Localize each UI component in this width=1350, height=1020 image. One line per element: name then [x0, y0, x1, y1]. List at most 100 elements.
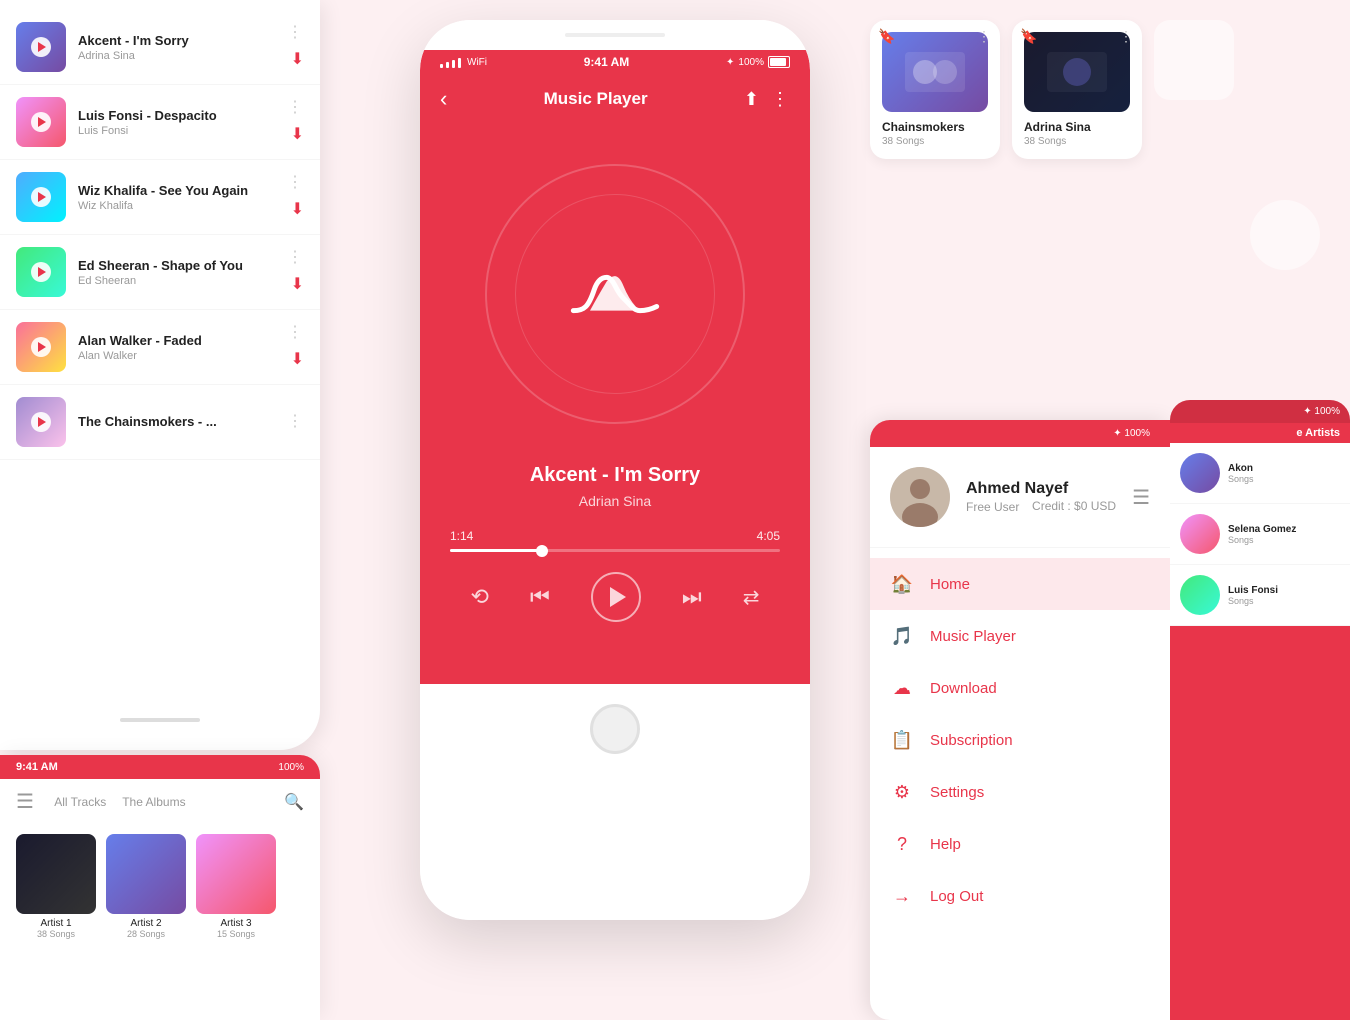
more-options-icon[interactable]: ⋮ [287, 175, 304, 191]
list-item[interactable]: Wiz Khalifa - See You Again Wiz Khalifa … [0, 160, 320, 235]
status-time-center: 9:41 AM [584, 55, 630, 69]
hamburger-menu-icon[interactable]: ☰ [1132, 485, 1150, 510]
song-title: Luis Fonsi - Despacito [78, 108, 275, 123]
download-cloud-icon[interactable]: ⬇ [291, 199, 304, 219]
artist-name: Akon [1228, 463, 1254, 474]
artist-thumb [1180, 453, 1220, 493]
song-thumbnail [16, 322, 66, 372]
player-header: ‹ Music Player ⬆ ⋮ [420, 74, 810, 124]
right-artist-item[interactable]: Selena Gomez Songs [1170, 504, 1350, 565]
more-options-icon[interactable]: ⋮ [287, 325, 304, 341]
user-credit: Credit : $0 USD [1032, 499, 1116, 513]
current-song-title: Akcent - I'm Sorry [530, 464, 700, 487]
more-options-icon[interactable]: ⋮ [287, 250, 304, 266]
download-cloud-icon[interactable]: ⬇ [291, 274, 304, 294]
artist-songs-count: Songs [1228, 535, 1296, 545]
play-button-mini[interactable] [31, 337, 51, 357]
download-cloud-icon[interactable]: ⬇ [291, 349, 304, 369]
signal-bar-3 [452, 60, 455, 68]
bookmark-icon[interactable]: 🔖 [878, 28, 895, 45]
right-battery: ✦ 100% [1303, 406, 1340, 417]
more-options-icon[interactable]: ⋮ [1119, 28, 1134, 45]
song-title: Wiz Khalifa - See You Again [78, 183, 275, 198]
tab-all-tracks[interactable]: All Tracks [54, 795, 106, 809]
menu-item-subscription[interactable]: 📋 Subscription [870, 714, 1170, 766]
play-button-mini[interactable] [31, 112, 51, 132]
download-cloud-icon[interactable]: ⬇ [291, 49, 304, 69]
battery-label: 100% [278, 762, 304, 773]
right-artist-item[interactable]: Luis Fonsi Songs [1170, 565, 1350, 626]
song-title: Ed Sheeran - Shape of You [78, 258, 275, 273]
status-bar: WiFi 9:41 AM ✦ 100% [420, 50, 810, 74]
artist-thumbnail [16, 834, 96, 914]
progress-thumb[interactable] [536, 545, 548, 557]
artist-thumbnail [106, 834, 186, 914]
signal-bar-2 [446, 62, 449, 68]
song-actions: ⋮ ⬇ [287, 100, 304, 144]
song-title: Akcent - I'm Sorry [78, 33, 275, 48]
list-item[interactable]: Alan Walker - Faded Alan Walker ⋮ ⬇ [0, 310, 320, 385]
play-button-mini[interactable] [31, 262, 51, 282]
player-bottom [420, 684, 810, 804]
more-options-icon[interactable]: ⋮ [287, 414, 304, 430]
bookmark-icon[interactable]: 🔖 [1020, 28, 1037, 45]
list-item[interactable]: Luis Fonsi - Despacito Luis Fonsi ⋮ ⬇ [0, 85, 320, 160]
menu-label-download: Download [930, 680, 997, 697]
menu-item-home[interactable]: 🏠 Home [870, 558, 1170, 610]
user-name: Ahmed Nayef [966, 480, 1116, 498]
logout-icon: → [890, 884, 914, 908]
artist-info: Selena Gomez Songs [1228, 524, 1296, 545]
album-card[interactable]: 🔖 ⋮ Chainsmokers 38 Songs [870, 20, 1000, 159]
song-actions: ⋮ ⬇ [287, 250, 304, 294]
wifi-icon: WiFi [467, 57, 487, 68]
menu-item-settings[interactable]: ⚙ Settings [870, 766, 1170, 818]
play-pause-button[interactable] [591, 572, 641, 622]
tab-the-artists[interactable]: The Artists [202, 795, 264, 809]
back-button[interactable]: ‹ [440, 86, 447, 112]
album-art-container [485, 164, 745, 424]
menu-item-musicplayer[interactable]: 🎵 Music Player [870, 610, 1170, 662]
more-options-icon[interactable]: ⋮ [287, 100, 304, 116]
list-item[interactable]: The Chainsmokers - ... ⋮ [0, 385, 320, 460]
artist-thumbnail [196, 834, 276, 914]
album-card[interactable]: 🔖 ⋮ Adrina Sina 38 Songs [1012, 20, 1142, 159]
hamburger-icon[interactable]: ☰ [16, 789, 34, 814]
artist-card[interactable]: Artist 1 38 Songs [16, 834, 96, 939]
play-button-mini[interactable] [31, 187, 51, 207]
download-cloud-icon[interactable]: ⬇ [291, 124, 304, 144]
upload-cloud-icon[interactable]: ⬆ [744, 89, 759, 110]
notch-bar [565, 33, 665, 37]
progress-bar[interactable] [450, 549, 780, 552]
menu-item-download[interactable]: ☁ Download [870, 662, 1170, 714]
home-button[interactable] [590, 704, 640, 754]
shuffle-button[interactable]: ⇄ [743, 585, 760, 610]
more-options-icon[interactable]: ⋮ [977, 28, 992, 45]
play-icon [38, 117, 46, 127]
list-item[interactable]: Akcent - I'm Sorry Adrina Sina ⋮ ⬇ [0, 10, 320, 85]
artist-name: Artist 2 [106, 918, 186, 929]
list-item[interactable]: Ed Sheeran - Shape of You Ed Sheeran ⋮ ⬇ [0, 235, 320, 310]
artist-thumb [1180, 575, 1220, 615]
more-options-icon[interactable]: ⋮ [287, 25, 304, 41]
artist-card[interactable]: Artist 2 28 Songs [106, 834, 186, 939]
more-options-icon[interactable]: ⋮ [771, 89, 790, 110]
user-section: Ahmed Nayef Free User Credit : $0 USD ☰ [870, 447, 1170, 548]
menu-item-logout[interactable]: → Log Out [870, 870, 1170, 922]
help-icon: ? [890, 832, 914, 856]
artist-name: Selena Gomez [1228, 524, 1296, 535]
next-button[interactable]: ⏭ [682, 584, 702, 610]
song-thumbnail [16, 172, 66, 222]
battery-section: ✦ 100% [726, 56, 790, 68]
replay-button[interactable]: ⟲ [471, 584, 489, 610]
settings-icon: ⚙ [890, 780, 914, 804]
play-button-mini[interactable] [31, 412, 51, 432]
menu-item-help[interactable]: ? Help [870, 818, 1170, 870]
tab-the-albums[interactable]: The Albums [122, 795, 185, 809]
previous-button[interactable]: ⏮ [530, 584, 550, 610]
album-name: Chainsmokers [882, 120, 988, 134]
play-icon-triangle [610, 587, 626, 607]
search-icon[interactable]: 🔍 [284, 792, 304, 812]
right-artist-item[interactable]: Akon Songs [1170, 443, 1350, 504]
artist-card[interactable]: Artist 3 15 Songs [196, 834, 276, 939]
play-button-mini[interactable] [31, 37, 51, 57]
